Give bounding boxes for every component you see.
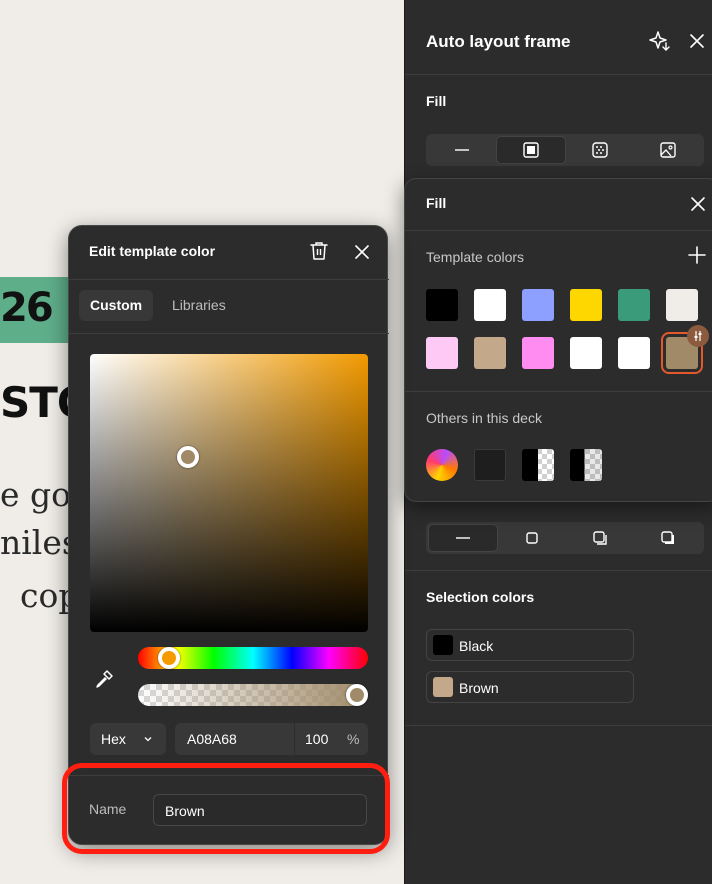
gradient-fill-icon [592, 142, 608, 158]
fill-popover-title: Fill [426, 195, 447, 211]
plus-icon[interactable] [687, 245, 707, 265]
deck-swatch-black-transparent-2[interactable] [570, 449, 602, 481]
sparkle-icon[interactable] [649, 30, 671, 52]
saturation-value-picker[interactable] [90, 354, 368, 632]
panel-divider [405, 725, 712, 726]
opacity-slider-handle[interactable] [346, 684, 368, 706]
panel-title: Auto layout frame [426, 32, 571, 51]
panel-header: Auto layout frame [405, 0, 712, 75]
edit-template-color-popover: Edit template color Custom Libraries Hex… [68, 225, 389, 845]
color-format-value: Hex [101, 731, 126, 747]
others-in-deck-label: Others in this deck [426, 410, 542, 426]
opacity-input[interactable]: 100 [305, 731, 328, 747]
template-swatch-light-pink[interactable] [426, 337, 458, 369]
edit-swatch-badge[interactable] [687, 325, 709, 347]
fill-solid-option[interactable] [496, 136, 566, 164]
template-swatch-black[interactable] [426, 289, 458, 321]
stroke-none-option[interactable] [428, 524, 498, 552]
selection-color-name: Brown [459, 680, 499, 696]
template-swatch-pink[interactable] [522, 337, 554, 369]
image-icon [660, 142, 676, 158]
stroke-outside-option[interactable] [634, 524, 702, 552]
fill-popover: Fill Template colors Others in this deck [404, 178, 712, 502]
color-swatch [433, 635, 453, 655]
tab-libraries[interactable]: Libraries [161, 290, 237, 321]
selection-colors-label: Selection colors [426, 589, 535, 605]
eyedropper-icon[interactable] [93, 668, 115, 690]
template-swatch-green[interactable] [618, 289, 650, 321]
template-swatch-offwhite[interactable] [666, 289, 698, 321]
deck-swatch-gradient[interactable] [426, 449, 458, 481]
trash-icon[interactable] [308, 240, 330, 262]
selection-color-brown[interactable]: Brown [426, 671, 634, 703]
popover-divider [405, 230, 712, 231]
adjust-icon [694, 331, 702, 341]
template-swatch-white-3[interactable] [618, 337, 650, 369]
popover-divider [69, 333, 389, 334]
input-separator [294, 723, 295, 755]
line-icon [456, 537, 470, 539]
color-format-select[interactable]: Hex [90, 723, 166, 755]
fill-section-label: Fill [426, 93, 447, 109]
shadow-square-icon [593, 531, 607, 545]
fill-none-option[interactable] [428, 136, 496, 164]
opacity-unit: % [347, 731, 360, 747]
color-swatch [433, 677, 453, 697]
hex-input[interactable]: A08A68 [187, 731, 237, 747]
hue-slider-handle[interactable] [158, 647, 180, 669]
template-swatch-tan[interactable] [474, 337, 506, 369]
close-icon[interactable] [353, 243, 371, 261]
slide-body-line-1: e go [0, 475, 72, 514]
saturation-value-handle[interactable] [177, 446, 199, 468]
fill-image-option[interactable] [634, 136, 702, 164]
deck-swatch-dark[interactable] [474, 449, 506, 481]
template-colors-label: Template colors [426, 249, 525, 265]
slide-badge-text: 26 [0, 285, 54, 331]
selection-color-name: Black [459, 638, 494, 654]
line-icon [455, 149, 469, 151]
square-icon [526, 532, 538, 544]
close-icon[interactable] [687, 31, 707, 51]
opacity-slider[interactable] [138, 684, 368, 706]
edit-popover-title: Edit template color [89, 243, 216, 259]
template-swatch-yellow[interactable] [570, 289, 602, 321]
popover-divider [69, 279, 389, 280]
fill-gradient-option[interactable] [566, 136, 634, 164]
template-swatch-periwinkle[interactable] [522, 289, 554, 321]
hex-opacity-input-group: A08A68 100 % [175, 723, 368, 755]
fill-type-selector [426, 134, 704, 166]
template-swatch-white[interactable] [474, 289, 506, 321]
tab-custom[interactable]: Custom [79, 290, 154, 321]
deck-swatch-black-transparent[interactable] [522, 449, 554, 481]
template-swatch-white-2[interactable] [570, 337, 602, 369]
highlight-annotation [62, 763, 390, 854]
solid-fill-icon [523, 142, 539, 158]
stroke-inside-option[interactable] [498, 524, 566, 552]
stroke-type-selector [426, 522, 704, 554]
stroke-center-option[interactable] [566, 524, 634, 552]
panel-divider [405, 570, 712, 571]
chevron-down-icon [144, 737, 152, 742]
popover-divider [405, 391, 712, 392]
filled-shadow-square-icon [661, 531, 674, 544]
close-icon[interactable] [689, 195, 707, 213]
selection-color-black[interactable]: Black [426, 629, 634, 661]
